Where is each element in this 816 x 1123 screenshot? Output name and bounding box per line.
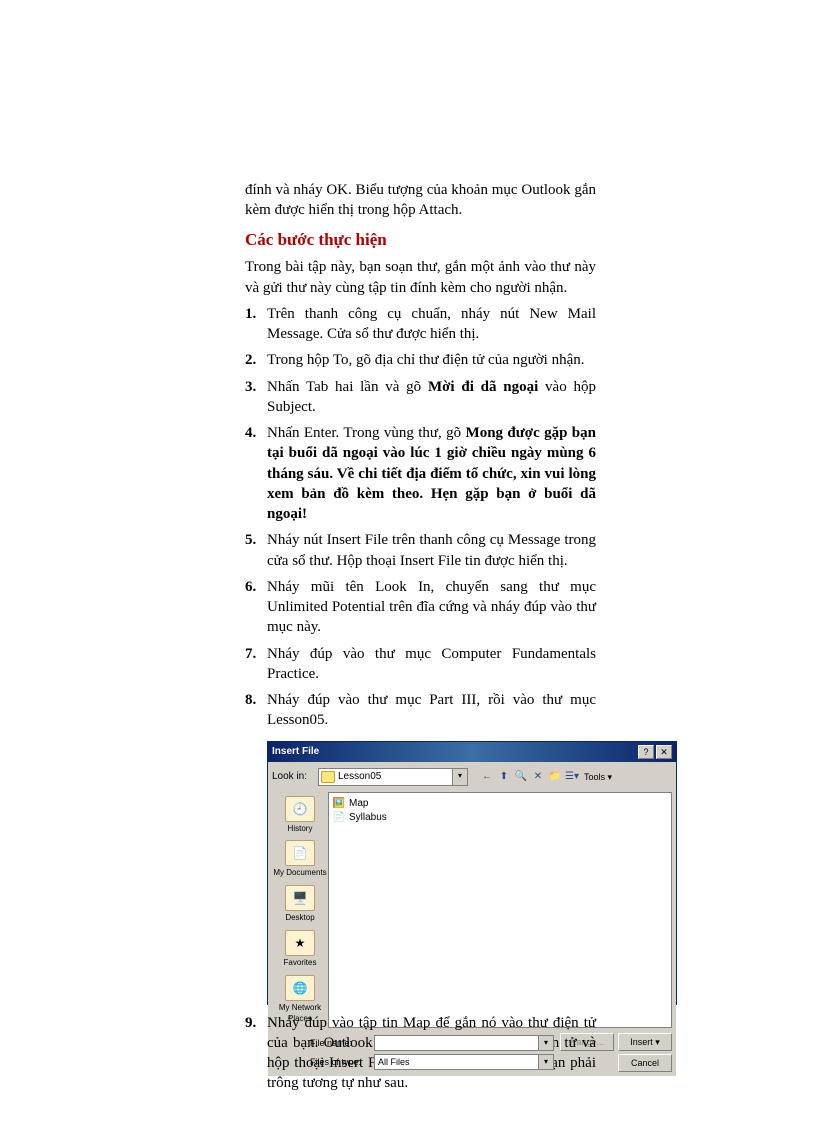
desktop-icon: 🖥️ [285, 885, 315, 911]
step-item: 4. Nhấn Enter. Trong vùng thư, gõ Mong đ… [245, 423, 596, 524]
close-button[interactable]: ✕ [656, 745, 672, 759]
file-list-area[interactable]: 🖼️ Map 📄 Syllabus [328, 792, 672, 1029]
doc-file-icon: 📄 [333, 812, 345, 824]
step-item: 7. Nháy đúp vào thư mục Computer Fundame… [245, 644, 596, 685]
dialog-title: Insert File [272, 745, 636, 759]
dialog-screenshot: Insert File ? ✕ Look in: Lesson05 ▾ ← ⬆ … [267, 741, 596, 1005]
image-file-icon: 🖼️ [333, 798, 345, 810]
step-item: 2. Trong hộp To, gõ địa chỉ thư điện tử … [245, 350, 596, 370]
search-icon[interactable]: 🔍 [514, 770, 528, 784]
step-item: 3. Nhấn Tab hai lần và gõ Mời đi dã ngoạ… [245, 377, 596, 418]
file-item[interactable]: 🖼️ Map [333, 797, 667, 811]
file-item[interactable]: 📄 Syllabus [333, 811, 667, 825]
new-folder-icon[interactable]: 📁 [548, 770, 562, 784]
step-text: Nháy nút Insert File trên thanh công cụ … [267, 530, 596, 571]
back-icon[interactable]: ← [480, 770, 494, 784]
delete-icon[interactable]: ✕ [531, 770, 545, 784]
intro-paragraph-2: Trong bài tập này, bạn soạn thư, gắn một… [245, 257, 596, 298]
middle-row: 🕘 History 📄 My Documents 🖥️ Desktop [272, 792, 672, 1029]
folder-icon [321, 771, 335, 783]
network-icon: 🌐 [285, 975, 315, 1001]
document-page: đính và nháy OK. Biểu tượng của khoản mụ… [0, 0, 816, 1094]
lookin-value: Lesson05 [338, 770, 381, 784]
up-icon[interactable]: ⬆ [497, 770, 511, 784]
step-number: 9. [245, 1013, 267, 1094]
lookin-dropdown[interactable]: Lesson05 ▾ [318, 768, 468, 786]
insert-button[interactable]: Insert ▾ [618, 1033, 672, 1051]
step-text: Trong hộp To, gõ địa chỉ thư điện tử của… [267, 350, 596, 370]
step-text: Trên thanh công cụ chuẩn, nháy nút New M… [267, 304, 596, 345]
step-number: 6. [245, 577, 267, 638]
step-number: 2. [245, 350, 267, 370]
chevron-down-icon: ▾ [538, 1036, 553, 1050]
step-number: 3. [245, 377, 267, 418]
steps-list: 1. Trên thanh công cụ chuẩn, nháy nút Ne… [245, 304, 596, 731]
step-number: 1. [245, 304, 267, 345]
views-icon[interactable]: ☰▾ [565, 770, 579, 784]
step-text: Nhấn Tab hai lần và gõ Mời đi dã ngoại v… [267, 377, 596, 418]
cancel-button[interactable]: Cancel [618, 1054, 672, 1072]
file-label: Map [349, 797, 368, 811]
insert-file-dialog: Insert File ? ✕ Look in: Lesson05 ▾ ← ⬆ … [267, 741, 677, 1005]
filetype-dropdown[interactable]: All Files ▾ [374, 1054, 554, 1070]
step-item: 8. Nháy đúp vào thư mục Part III, rồi và… [245, 690, 596, 731]
chevron-down-icon: ▾ [538, 1055, 553, 1069]
step-number: 8. [245, 690, 267, 731]
file-label: Syllabus [349, 811, 387, 825]
lookin-label: Look in: [272, 770, 314, 784]
help-button[interactable]: ? [638, 745, 654, 759]
dialog-titlebar: Insert File ? ✕ [268, 742, 676, 762]
step-number: 5. [245, 530, 267, 571]
toolbar-icons: ← ⬆ 🔍 ✕ 📁 ☰▾ Tools ▾ [480, 770, 614, 784]
sidebar-favorites[interactable]: ★ Favorites [284, 930, 317, 969]
toolbar-row: Look in: Lesson05 ▾ ← ⬆ 🔍 ✕ 📁 ☰▾ Tools ▾ [272, 766, 672, 788]
sidebar-mydocs[interactable]: 📄 My Documents [273, 840, 326, 879]
step-number: 7. [245, 644, 267, 685]
step-item: 1. Trên thanh công cụ chuẩn, nháy nút Ne… [245, 304, 596, 345]
intro-paragraph: đính và nháy OK. Biểu tượng của khoản mụ… [245, 180, 596, 221]
step-text: Nháy mũi tên Look In, chuyển sang thư mụ… [267, 577, 596, 638]
step-number: 4. [245, 423, 267, 524]
step-item: 5. Nháy nút Insert File trên thanh công … [245, 530, 596, 571]
step-text: Nháy đúp vào thư mục Part III, rồi vào t… [267, 690, 596, 731]
chevron-down-icon: ▾ [452, 769, 467, 785]
sidebar-desktop[interactable]: 🖥️ Desktop [285, 885, 315, 924]
section-heading: Các bước thực hiện [245, 229, 596, 252]
places-sidebar: 🕘 History 📄 My Documents 🖥️ Desktop [272, 792, 328, 1029]
step-text: Nháy đúp vào thư mục Computer Fundamenta… [267, 644, 596, 685]
filename-input[interactable]: ▾ [374, 1035, 554, 1051]
star-icon: ★ [285, 930, 315, 956]
tools-menu[interactable]: Tools ▾ [582, 771, 614, 783]
mydocs-icon: 📄 [285, 840, 315, 866]
step-item: 6. Nháy mũi tên Look In, chuyển sang thư… [245, 577, 596, 638]
step-text: Nhấn Enter. Trong vùng thư, gõ Mong được… [267, 423, 596, 524]
history-icon: 🕘 [285, 796, 315, 822]
sidebar-history[interactable]: 🕘 History [285, 796, 315, 835]
